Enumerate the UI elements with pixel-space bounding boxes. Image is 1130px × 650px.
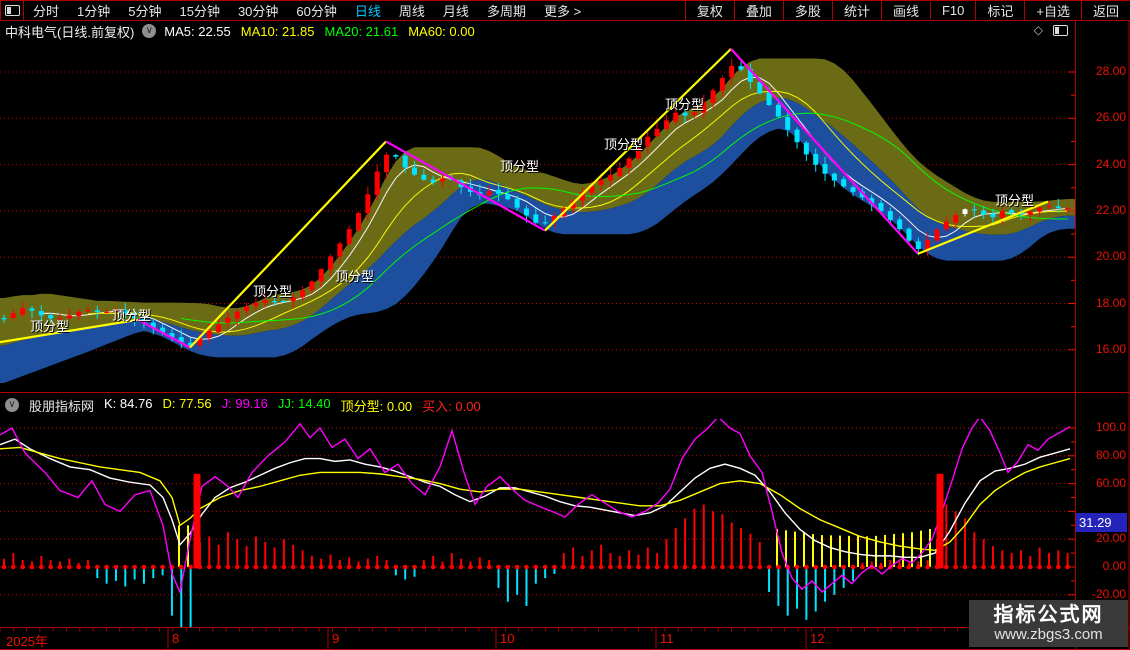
indicator-value: J: 99.16: [221, 395, 268, 411]
ma-value: MA60: 0.00: [408, 23, 475, 39]
menubar-right: 复权 叠加 多股 统计 画线 F10 标记 +自选 返回: [684, 0, 1130, 21]
indicator-axis-label: 20.00: [1095, 531, 1126, 546]
menu-item[interactable]: 周线: [390, 1, 434, 20]
menu-item[interactable]: 分时: [24, 1, 68, 20]
info-row-icons: ◇: [1034, 24, 1068, 36]
indicator-axis-label: 80.00: [1095, 447, 1126, 462]
stock-title: 中科电气(日线.前复权): [5, 24, 135, 40]
fractal-label: 顶分型: [253, 284, 293, 299]
diamond-icon[interactable]: ◇: [1034, 24, 1043, 36]
indicator-value: JJ: 14.40: [277, 395, 331, 411]
indicator-axis-label: -20.00: [1091, 586, 1126, 601]
x-axis-month-label: 9: [332, 631, 340, 646]
watermark-title: 指标公式网: [993, 603, 1104, 626]
watermark-url: www.zbgs3.com: [994, 625, 1103, 643]
price-axis-label: 22.00: [1095, 202, 1126, 217]
indicator-value: D: 77.56: [162, 395, 212, 411]
ma-value: MA5: 22.55: [164, 23, 231, 39]
x-axis-month-label: 8: [172, 631, 180, 646]
x-axis-month-label: 12: [810, 631, 825, 646]
price-axis-label: 26.00: [1095, 110, 1126, 125]
menu-item[interactable]: 月线: [434, 1, 478, 20]
menubar-left: 分时 1分钟 5分钟 15分钟 30分钟 60分钟 日线 周线 月线 多周期 更多 >: [24, 1, 590, 20]
menu-item[interactable]: 返回: [1080, 0, 1130, 21]
indicator-values: K: 84.76 D: 77.56 J: 99.16 JJ: 14.40 顶分型: 0.…: [104, 396, 481, 415]
ma-values: MA5: 22.55 MA10: 21.85 MA20: 21.61 MA60: 0.…: [164, 24, 474, 39]
menu-item[interactable]: 1分钟: [68, 1, 119, 20]
trading-app-window: 分时 1分钟 5分钟 15分钟 30分钟 60分钟 日线 周线 月线 多周期 更多 > 复权 叠加 多股…: [0, 0, 1130, 650]
fractal-label: 顶分型: [604, 137, 644, 152]
x-axis-year-label: 2025年: [6, 634, 48, 649]
menu-item[interactable]: 叠加: [733, 0, 783, 21]
menu-item[interactable]: F10: [929, 2, 975, 19]
indicator-header: ∨ 股朋指标网 K: 84.76 D: 77.56 J: 99.16 JJ: 14.4…: [0, 394, 481, 416]
split-view-icon[interactable]: [1053, 24, 1068, 36]
menu-item[interactable]: +自选: [1024, 0, 1081, 21]
menu-item[interactable]: 多周期: [478, 1, 535, 20]
fractal-label: 顶分型: [500, 159, 540, 174]
ma-value: MA10: 21.85: [240, 23, 315, 39]
menu-item[interactable]: 更多 >: [535, 1, 590, 20]
x-axis-month-label: 11: [660, 631, 674, 646]
menu-item[interactable]: 复权: [684, 0, 734, 21]
menu-item[interactable]: 多股: [782, 0, 832, 21]
menu-item[interactable]: 标记: [975, 0, 1024, 21]
indicator-value-badge: 31.29: [1076, 513, 1127, 532]
indicator-axis-label: 100.0: [1095, 420, 1126, 434]
price-axis-label: 20.00: [1095, 249, 1126, 264]
menu-item[interactable]: 画线: [880, 0, 930, 21]
fractal-label: 顶分型: [995, 193, 1035, 208]
period-menubar: 分时 1分钟 5分钟 15分钟 30分钟 60分钟 日线 周线 月线 多周期 更多 > 复权 叠加 多股…: [0, 0, 1130, 21]
menu-item[interactable]: 5分钟: [119, 1, 170, 20]
menu-item[interactable]: 30分钟: [229, 1, 287, 20]
price-axis-label: 24.00: [1095, 156, 1126, 171]
indicator-value: 买入: 0.00: [422, 398, 481, 414]
menu-item[interactable]: 15分钟: [170, 1, 228, 20]
fractal-label: 顶分型: [30, 319, 70, 334]
menu-item[interactable]: 日线: [346, 1, 390, 20]
indicator-value: 顶分型: 0.00: [340, 398, 413, 414]
stock-info-row: 中科电气(日线.前复权) ∨ MA5: 22.55 MA10: 21.85 MA20…: [0, 21, 1060, 41]
price-axis-label: 18.00: [1095, 295, 1126, 310]
fractal-label: 顶分型: [335, 269, 375, 284]
menu-item[interactable]: 统计: [831, 0, 881, 21]
ma-value: MA20: 21.61: [324, 23, 399, 39]
fractal-label: 顶分型: [665, 97, 705, 112]
fractal-label: 顶分型: [112, 308, 152, 323]
price-axis-label: 28.00: [1095, 64, 1126, 78]
collapse-chevron-icon[interactable]: ∨: [5, 398, 19, 412]
indicator-value: K: 84.76: [104, 395, 153, 411]
chart-canvas[interactable]: [0, 0, 1130, 650]
menu-item[interactable]: 60分钟: [287, 1, 345, 20]
indicator-name: 股朋指标网: [29, 398, 95, 414]
watermark-box: 指标公式网 www.zbgs3.com: [969, 600, 1128, 647]
indicator-axis-label: 60.00: [1095, 475, 1126, 490]
layout-split-button[interactable]: [0, 1, 24, 20]
split-view-icon: [4, 5, 20, 16]
collapse-chevron-icon[interactable]: ∨: [142, 24, 157, 38]
indicator-axis-label: 0.00: [1102, 559, 1126, 573]
x-axis-month-label: 10: [500, 631, 515, 646]
price-axis-label: 16.00: [1095, 341, 1126, 356]
